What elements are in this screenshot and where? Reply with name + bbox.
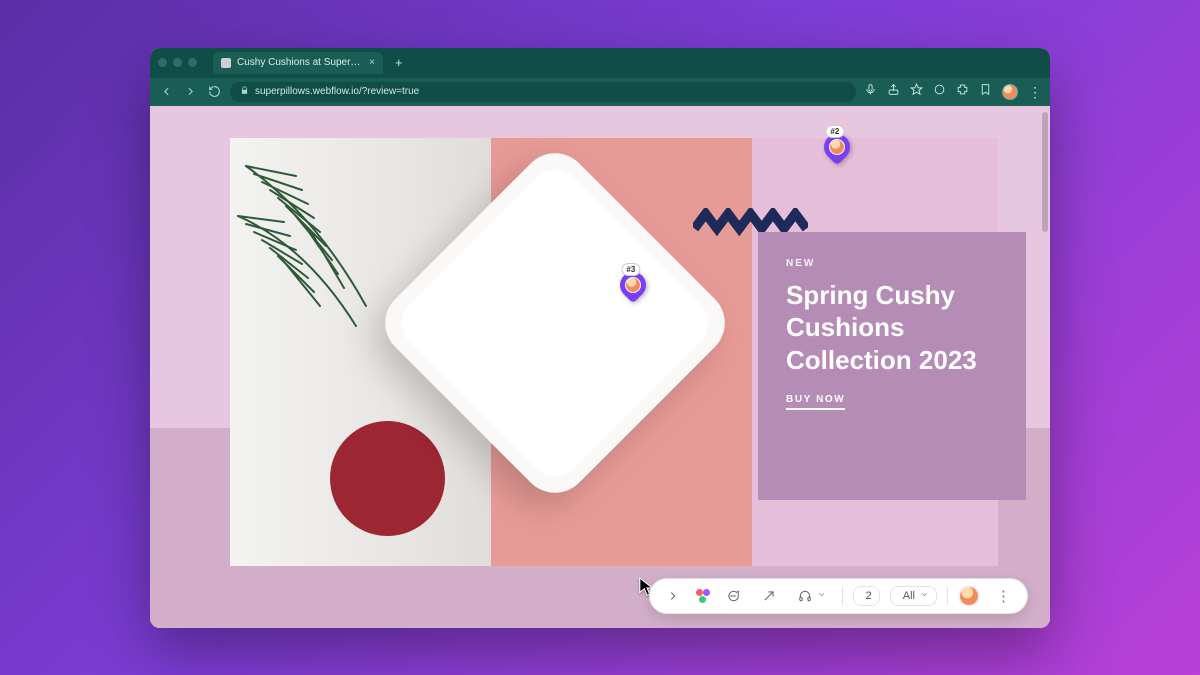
visibility-label: All xyxy=(903,590,915,602)
pin-avatar xyxy=(625,277,641,293)
pin-avatar xyxy=(829,139,845,155)
window-traffic-lights xyxy=(158,58,207,67)
inbox-count: 2 xyxy=(866,590,872,602)
window-zoom-dot[interactable] xyxy=(188,58,197,67)
star-icon[interactable] xyxy=(910,83,923,101)
browser-window: Cushy Cushions at Superpillo… × + superp… xyxy=(150,48,1050,628)
red-circle-decoration xyxy=(330,421,445,536)
pin-badge: #3 xyxy=(621,262,640,275)
window-minimize-dot[interactable] xyxy=(173,58,182,67)
share-arrow-icon[interactable] xyxy=(756,585,782,607)
tab-favicon xyxy=(221,58,231,68)
browser-tab[interactable]: Cushy Cushions at Superpillo… × xyxy=(213,52,383,74)
buy-now-link[interactable]: BUY NOW xyxy=(786,394,845,410)
page-viewport: NEW Spring Cushy Cushions Collection 202… xyxy=(150,106,1050,628)
url-text: superpillows.webflow.io/?review=true xyxy=(255,86,419,97)
back-button[interactable] xyxy=(158,84,174,100)
urlbar-right-icons: ⋮ xyxy=(864,83,1042,101)
comment-pin-2[interactable]: #2 xyxy=(819,128,856,165)
hero-section: NEW Spring Cushy Cushions Collection 202… xyxy=(230,138,998,566)
chevron-down-icon xyxy=(817,590,826,602)
toolbar-separator xyxy=(842,587,843,605)
tab-title: Cushy Cushions at Superpillo… xyxy=(237,57,363,68)
review-toolbar: 2 All ⋮ xyxy=(649,578,1028,614)
chevron-down-icon xyxy=(920,590,929,602)
scrollbar[interactable] xyxy=(1042,112,1048,232)
forward-button[interactable] xyxy=(182,84,198,100)
toolbar-avatar[interactable] xyxy=(958,585,980,607)
collaborate-icon[interactable] xyxy=(696,589,710,603)
toolbar-menu-icon[interactable]: ⋮ xyxy=(990,583,1017,609)
pin-badge: #2 xyxy=(825,124,844,137)
comment-icon[interactable] xyxy=(720,585,746,607)
inbox-button[interactable]: 2 xyxy=(853,586,880,606)
window-close-dot[interactable] xyxy=(158,58,167,67)
browser-menu-icon[interactable]: ⋮ xyxy=(1028,85,1042,99)
mic-icon[interactable] xyxy=(864,83,877,101)
profile-avatar[interactable] xyxy=(1002,84,1018,100)
hero-card: NEW Spring Cushy Cushions Collection 202… xyxy=(758,232,1026,500)
extension-icon[interactable] xyxy=(933,83,946,101)
toolbar-expand-icon[interactable] xyxy=(660,585,686,607)
hero-headline: Spring Cushy Cushions Collection 2023 xyxy=(786,279,998,377)
puzzle-extensions-icon[interactable] xyxy=(956,83,969,101)
close-tab-icon[interactable]: × xyxy=(369,58,375,68)
toolbar-separator xyxy=(947,587,948,605)
address-field[interactable]: superpillows.webflow.io/?review=true xyxy=(230,82,856,102)
lock-icon xyxy=(240,86,249,98)
visibility-button[interactable]: All xyxy=(890,586,937,606)
hero-eyebrow: NEW xyxy=(786,258,998,269)
desktop-background: Cushy Cushions at Superpillo… × + superp… xyxy=(0,0,1200,675)
palm-leaf-decoration xyxy=(236,156,396,356)
share-icon[interactable] xyxy=(887,83,900,101)
new-tab-button[interactable]: + xyxy=(389,55,409,70)
reload-button[interactable] xyxy=(206,84,222,100)
headphones-icon[interactable] xyxy=(792,585,832,607)
bookmark-icon[interactable] xyxy=(979,83,992,101)
tab-strip: Cushy Cushions at Superpillo… × + xyxy=(150,48,1050,78)
url-bar: superpillows.webflow.io/?review=true ⋮ xyxy=(150,78,1050,106)
